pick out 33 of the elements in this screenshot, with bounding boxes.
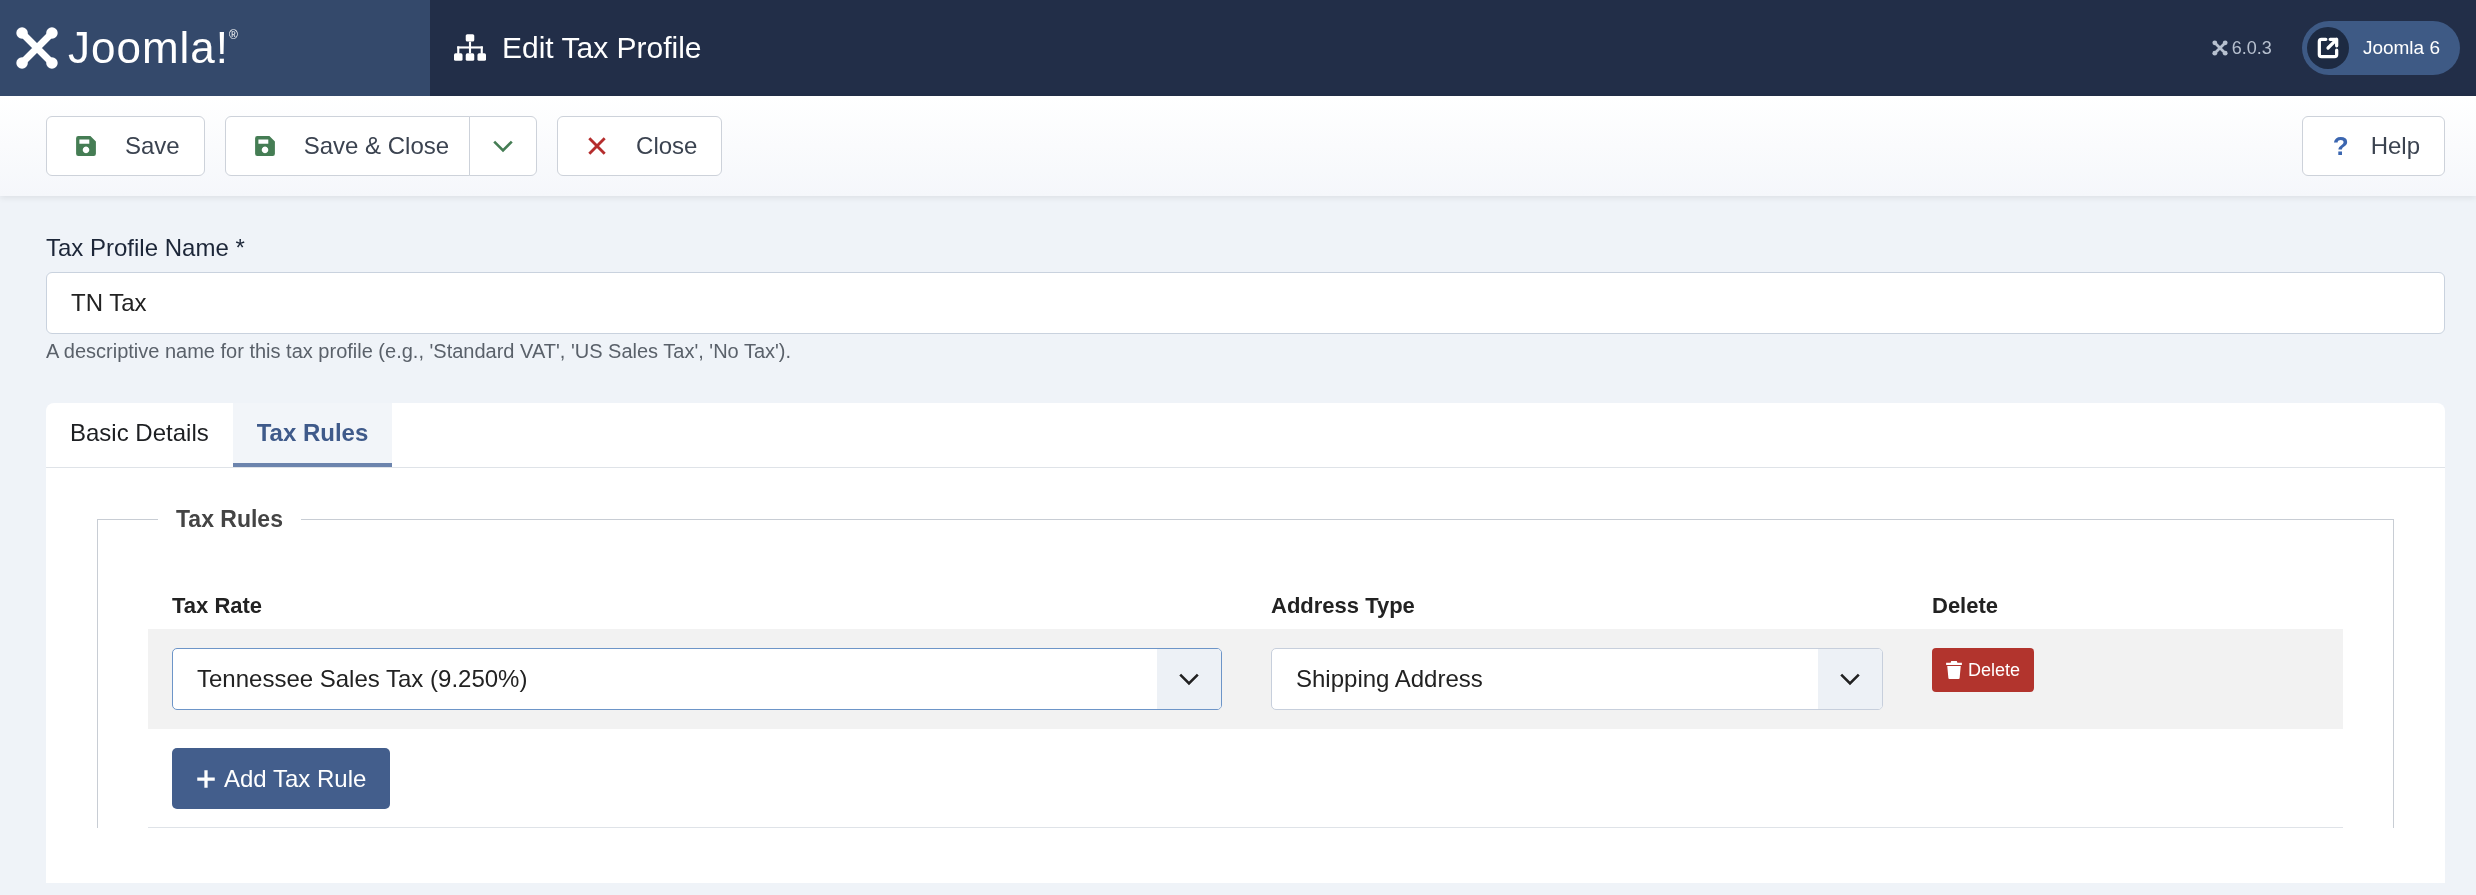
chevron-down-icon <box>492 139 515 153</box>
logo-icon <box>14 25 60 71</box>
save-button[interactable]: Save <box>46 116 205 176</box>
page-title: Edit Tax Profile <box>502 31 702 65</box>
tab[interactable]: Tax Rules <box>232 403 393 467</box>
tab[interactable]: Basic Details <box>46 403 233 467</box>
logo-text: Joomla!$^{®}$ <box>68 23 239 73</box>
column-header: Tax Rate <box>172 593 264 619</box>
save-icon <box>253 135 276 157</box>
tax-rate-select[interactable]: Tennessee Sales Tax (9.250%) <box>172 648 1222 710</box>
field-hint: A descriptive name for this tax profile (e.g., 'Standard VAT', 'US Sales Tax', 'No Tax'). <box>46 340 793 363</box>
save-icon <box>75 135 97 157</box>
name-field[interactable]: TN Tax <box>46 272 2445 334</box>
site-link[interactable]: Joomla 6 <box>2301 21 2460 75</box>
save-close-button[interactable]: Save & Close <box>224 116 471 176</box>
help-button[interactable]: ? Help <box>2301 116 2445 176</box>
column-header: Address Type <box>1271 593 1416 619</box>
close-icon <box>586 135 609 157</box>
dropdown-toggle[interactable] <box>469 116 538 176</box>
fieldset-legend: Tax Rules <box>158 506 301 533</box>
column-header: Delete <box>1932 593 2000 619</box>
add-tax-rule-button[interactable]: Add Tax Rule <box>172 748 391 809</box>
chevron-down-icon <box>1178 672 1200 686</box>
version-label: 6.0.3 <box>2231 37 2272 59</box>
address-type-select[interactable]: Shipping Address <box>1271 648 1883 710</box>
trash-icon <box>1946 661 1962 679</box>
logo-icon <box>2211 40 2228 56</box>
close-button[interactable]: Close <box>557 116 723 176</box>
plus-icon <box>196 768 216 789</box>
sitemap-icon <box>454 34 486 62</box>
chevron-down-icon <box>1839 672 1861 686</box>
field-label: Tax Profile Name * <box>46 234 246 262</box>
delete-button[interactable]: Delete <box>1932 648 2035 692</box>
